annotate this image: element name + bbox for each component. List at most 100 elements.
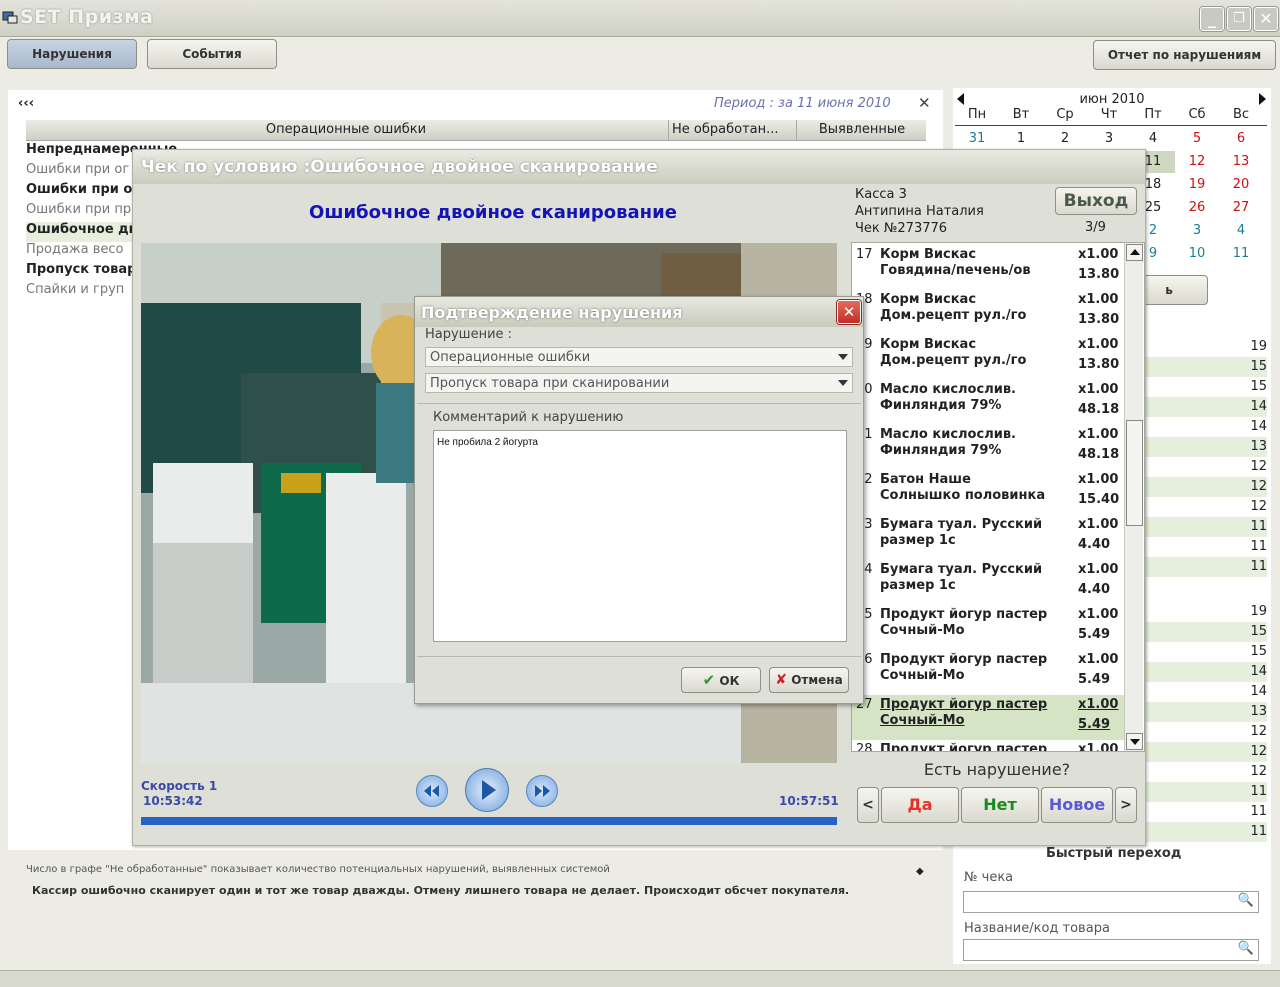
scroll-down-icon <box>1130 739 1140 745</box>
comment-textarea[interactable]: Не пробила 2 йогурта <box>433 430 847 642</box>
calendar-day[interactable]: 4 <box>1131 128 1175 150</box>
calendar-day[interactable]: 27 <box>1219 197 1263 219</box>
item-name: Продукт йогур пастер Сочный-Мо <box>880 607 1048 638</box>
weekday-label: Пт <box>1144 107 1162 122</box>
item-name: Масло кислослив. Финляндия 79% <box>880 382 1016 413</box>
weekday-label: Сб <box>1188 107 1206 122</box>
receipt-item[interactable]: 25 Продукт йогур пастер Сочный-Мо x1.00 5.4… <box>852 605 1124 650</box>
close-window-button[interactable]: ✕ <box>1254 7 1278 31</box>
rewind-icon <box>424 785 439 797</box>
header-divider <box>796 120 797 140</box>
count-cell: 12 <box>1250 724 1267 739</box>
calendar-day[interactable]: 31 <box>955 128 999 150</box>
receipt-item[interactable]: 26 Продукт йогур пастер Сочный-Мо x1.00 5.4… <box>852 650 1124 695</box>
receipt-item[interactable]: 22 Батон Наше Солнышко половинка x1.00 15.4… <box>852 470 1124 515</box>
confirm-close-button[interactable]: ✕ <box>837 300 861 324</box>
prev-button[interactable]: < <box>857 787 879 823</box>
receipt-item[interactable]: 27 Продукт йогур пастер Сочный-Мо x1.00 5.4… <box>852 695 1124 740</box>
violations-button-label: Нарушения <box>32 47 112 61</box>
type-select[interactable]: Пропуск товара при сканировании <box>425 373 853 393</box>
violations-button[interactable]: Нарушения <box>7 39 137 69</box>
calendar-day[interactable]: 3 <box>1175 220 1219 242</box>
calendar-day[interactable]: 11 <box>1219 243 1263 265</box>
category-select[interactable]: Операционные ошибки <box>425 347 853 367</box>
back-link[interactable]: ‹‹‹ <box>18 96 34 111</box>
count-cell: 15 <box>1250 644 1267 659</box>
calendar-day[interactable]: 12 <box>1175 151 1219 173</box>
yes-button[interactable]: Да <box>881 787 959 823</box>
receipt-item[interactable]: 21 Масло кислослив. Финляндия 79% x1.00 48.… <box>852 425 1124 470</box>
calendar-day[interactable]: 20 <box>1219 174 1263 196</box>
item-name: Бумага туал. Русский размер 1с <box>880 562 1043 593</box>
comment-text: Не пробила 2 йогурта <box>437 437 538 448</box>
receipt-item[interactable]: 24 Бумага туал. Русский размер 1с x1.00 4.4… <box>852 560 1124 605</box>
count-cell: 14 <box>1145 397 1267 417</box>
cancel-button[interactable]: ✘ Отмена <box>769 667 849 693</box>
calendar-day[interactable]: 10 <box>1175 243 1219 265</box>
receipt-items-list[interactable]: 17 Корм Вискас Говядина/печень/ов x1.00 13.… <box>851 242 1145 752</box>
ok-button-label: ОК <box>719 674 740 688</box>
calendar-day[interactable]: 3 <box>1087 128 1131 150</box>
no-button[interactable]: Нет <box>961 787 1039 823</box>
item-qty: x1.00 <box>1078 697 1119 712</box>
item-name: Корм Вискас Дом.рецепт рул./го <box>880 292 1027 323</box>
header-detected[interactable]: Выявленные <box>800 122 924 137</box>
expand-arrow-icon[interactable]: ◆ <box>916 866 924 877</box>
rewind-button[interactable] <box>416 775 448 807</box>
calendar-day[interactable]: 6 <box>1219 128 1263 150</box>
scroll-thumb[interactable] <box>1126 420 1143 526</box>
report-button[interactable]: Отчет по нарушениям <box>1093 40 1276 70</box>
count-cell: 14 <box>1250 419 1267 434</box>
exit-button[interactable]: Выход <box>1055 187 1137 215</box>
calendar-day[interactable]: 26 <box>1175 197 1219 219</box>
playback-progress[interactable] <box>141 817 837 825</box>
item-price: 4.40 <box>1078 537 1111 552</box>
calendar-day[interactable]: 13 <box>1219 151 1263 173</box>
calendar-day[interactable]: 19 <box>1175 174 1219 196</box>
header-errors[interactable]: Операционные ошибки <box>26 122 666 137</box>
next-button-label: > <box>1120 797 1132 813</box>
play-button[interactable] <box>465 768 509 812</box>
item-price: 13.80 <box>1078 357 1120 372</box>
receipt-item[interactable]: 28 Продукт йогур пастер x1.00 <box>852 740 1124 751</box>
search-icon[interactable]: 🔍 <box>1238 893 1254 908</box>
ok-button[interactable]: ✔ ОК <box>681 667 761 693</box>
scroll-up-button[interactable] <box>1126 244 1143 261</box>
receipt-number-input[interactable]: 🔍 <box>963 891 1259 913</box>
item-qty: x1.00 <box>1078 427 1119 442</box>
receipt-item[interactable]: 17 Корм Вискас Говядина/печень/ов x1.00 13.… <box>852 245 1124 290</box>
receipt-item[interactable]: 23 Бумага туал. Русский размер 1с x1.00 4.4… <box>852 515 1124 560</box>
calendar-next-icon[interactable] <box>1259 93 1266 105</box>
category-select-value: Операционные ошибки <box>430 350 591 365</box>
item-price: 5.49 <box>1078 717 1111 732</box>
count-cell: 12 <box>1250 499 1267 514</box>
events-button[interactable]: События <box>147 39 277 69</box>
items-scrollbar[interactable] <box>1124 243 1143 751</box>
item-price: 5.49 <box>1078 672 1111 687</box>
count-cell: 11 <box>1145 517 1267 537</box>
maximize-button[interactable]: ❐ <box>1227 7 1251 31</box>
calendar-day[interactable]: 1 <box>999 128 1043 150</box>
fast-forward-button[interactable] <box>526 775 558 807</box>
receipt-item[interactable]: 18 Корм Вискас Дом.рецепт рул./го x1.00 13.… <box>852 290 1124 335</box>
next-button[interactable]: > <box>1115 787 1137 823</box>
close-period-button[interactable]: ✕ <box>918 94 931 112</box>
header-unprocessed[interactable]: Не обработан... <box>672 122 796 137</box>
calendar-day[interactable]: 2 <box>1043 128 1087 150</box>
minimize-button[interactable]: _ <box>1200 7 1224 31</box>
playback-progress-fill <box>141 817 837 825</box>
fast-forward-icon <box>535 785 550 797</box>
receipt-item[interactable]: 20 Масло кислослив. Финляндия 79% x1.00 48.… <box>852 380 1124 425</box>
search-icon[interactable]: 🔍 <box>1238 941 1254 956</box>
footer-hint: Число в графе "Не обработанные" показыва… <box>26 864 610 875</box>
new-button[interactable]: Новое <box>1041 787 1113 823</box>
count-cell: 11 <box>1145 557 1267 577</box>
item-qty: x1.00 <box>1078 517 1119 532</box>
product-input[interactable]: 🔍 <box>963 939 1259 961</box>
weekday-label: Вс <box>1232 107 1250 122</box>
scroll-down-button[interactable] <box>1126 733 1143 750</box>
receipt-item[interactable]: 19 Корм Вискас Дом.рецепт рул./го x1.00 13.… <box>852 335 1124 380</box>
restore-icon: ❐ <box>1233 11 1245 26</box>
calendar-day[interactable]: 5 <box>1175 128 1219 150</box>
calendar-day[interactable]: 4 <box>1219 220 1263 242</box>
